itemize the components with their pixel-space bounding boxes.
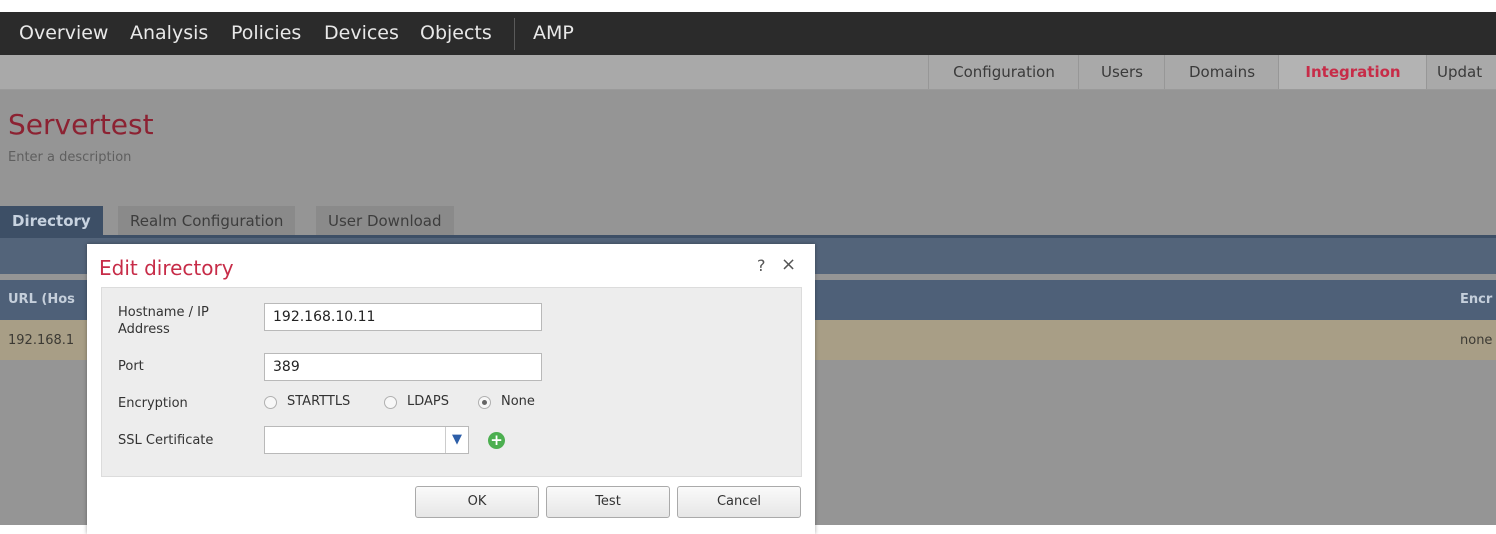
page-title: Servertest <box>8 108 154 141</box>
subtab-integration[interactable]: Integration <box>1278 55 1427 89</box>
port-label: Port <box>118 359 144 374</box>
help-icon[interactable]: ? <box>757 256 766 275</box>
nav-policies[interactable]: Policies <box>231 22 301 44</box>
chevron-down-icon[interactable]: ▼ <box>445 427 468 453</box>
nav-devices[interactable]: Devices <box>324 22 399 44</box>
hostname-label: Hostname / IP Address <box>118 305 209 337</box>
dialog-title: Edit directory <box>99 256 234 280</box>
ssl-certificate-select[interactable]: ▼ <box>264 426 469 454</box>
row-url-cell: 192.168.1 <box>8 333 75 348</box>
cancel-button[interactable]: Cancel <box>677 486 801 518</box>
port-input[interactable]: 389 <box>264 353 542 381</box>
top-nav-bar: Overview Analysis Policies Devices Objec… <box>0 12 1496 55</box>
radio-starttls-label[interactable]: STARTTLS <box>287 394 350 409</box>
radio-none-label[interactable]: None <box>501 394 535 409</box>
add-icon[interactable]: + <box>488 432 505 449</box>
top-nav: Overview Analysis Policies Devices Objec… <box>0 0 1496 55</box>
tab-realm-configuration[interactable]: Realm Configuration <box>118 206 296 236</box>
encryption-label: Encryption <box>118 396 188 411</box>
tab-user-download[interactable]: User Download <box>316 206 454 236</box>
radio-none[interactable] <box>478 396 491 409</box>
close-icon[interactable]: × <box>781 254 796 275</box>
dialog-form: Hostname / IP Address 192.168.10.11 Port… <box>101 287 802 477</box>
tab-directory[interactable]: Directory <box>0 206 103 236</box>
subtab-users[interactable]: Users <box>1078 55 1165 89</box>
nav-objects[interactable]: Objects <box>420 22 492 44</box>
nav-overview[interactable]: Overview <box>19 22 108 44</box>
column-header-encryption[interactable]: Encr <box>1460 292 1492 307</box>
nav-amp[interactable]: AMP <box>533 22 574 44</box>
radio-ldaps-label[interactable]: LDAPS <box>407 394 449 409</box>
column-header-url[interactable]: URL (Hos <box>8 292 75 307</box>
nav-separator <box>514 18 515 50</box>
row-encryption-cell: none <box>1460 333 1493 348</box>
hostname-input[interactable]: 192.168.10.11 <box>264 303 542 331</box>
radio-starttls[interactable] <box>264 396 277 409</box>
radio-ldaps[interactable] <box>384 396 397 409</box>
nav-analysis[interactable]: Analysis <box>130 22 208 44</box>
subtab-domains[interactable]: Domains <box>1164 55 1279 89</box>
subtab-updates[interactable]: Updat <box>1426 55 1496 89</box>
subtab-configuration[interactable]: Configuration <box>928 55 1079 89</box>
ssl-certificate-label: SSL Certificate <box>118 433 214 448</box>
test-button[interactable]: Test <box>546 486 670 518</box>
page-description[interactable]: Enter a description <box>8 150 131 165</box>
ok-button[interactable]: OK <box>415 486 539 518</box>
sub-nav: Configuration Users Domains Integration … <box>0 55 1496 90</box>
edit-directory-dialog: Edit directory ? × Hostname / IP Address… <box>87 244 815 534</box>
